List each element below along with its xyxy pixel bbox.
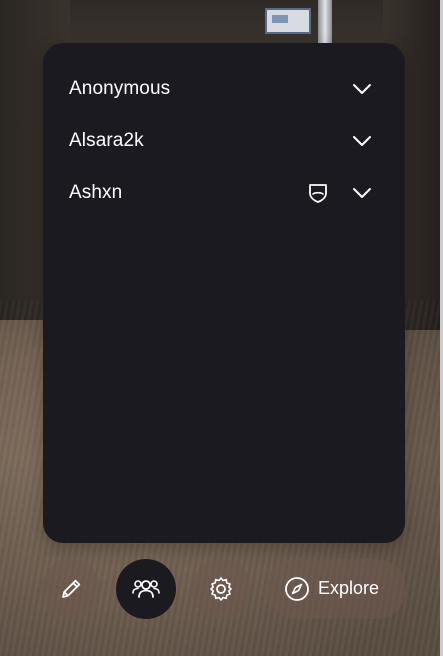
user-row-ashxn[interactable]: Ashxn — [43, 173, 405, 213]
chevron-down-icon[interactable] — [352, 81, 372, 97]
gear-icon — [210, 577, 232, 601]
user-row-anonymous[interactable]: Anonymous — [43, 69, 405, 109]
wall-pipe — [318, 0, 332, 44]
people-panel: Anonymous Alsara2k Ashxn — [43, 43, 405, 543]
pencil-icon — [62, 579, 81, 598]
user-name: Ashxn — [69, 182, 123, 203]
settings-button[interactable] — [191, 559, 251, 619]
chevron-down-icon[interactable] — [352, 185, 372, 201]
people-button[interactable] — [116, 559, 176, 619]
chevron-down-icon[interactable] — [352, 133, 372, 149]
user-row-alsara2k[interactable]: Alsara2k — [43, 121, 405, 161]
compass-icon — [285, 577, 309, 601]
user-name: Anonymous — [69, 78, 171, 99]
wall-poster — [265, 8, 311, 34]
explore-label: Explore — [318, 578, 380, 598]
explore-button[interactable]: Explore — [266, 559, 406, 619]
people-icon — [132, 580, 160, 598]
user-name: Alsara2k — [69, 130, 144, 151]
shield-icon — [309, 184, 327, 203]
edit-button[interactable] — [41, 559, 101, 619]
